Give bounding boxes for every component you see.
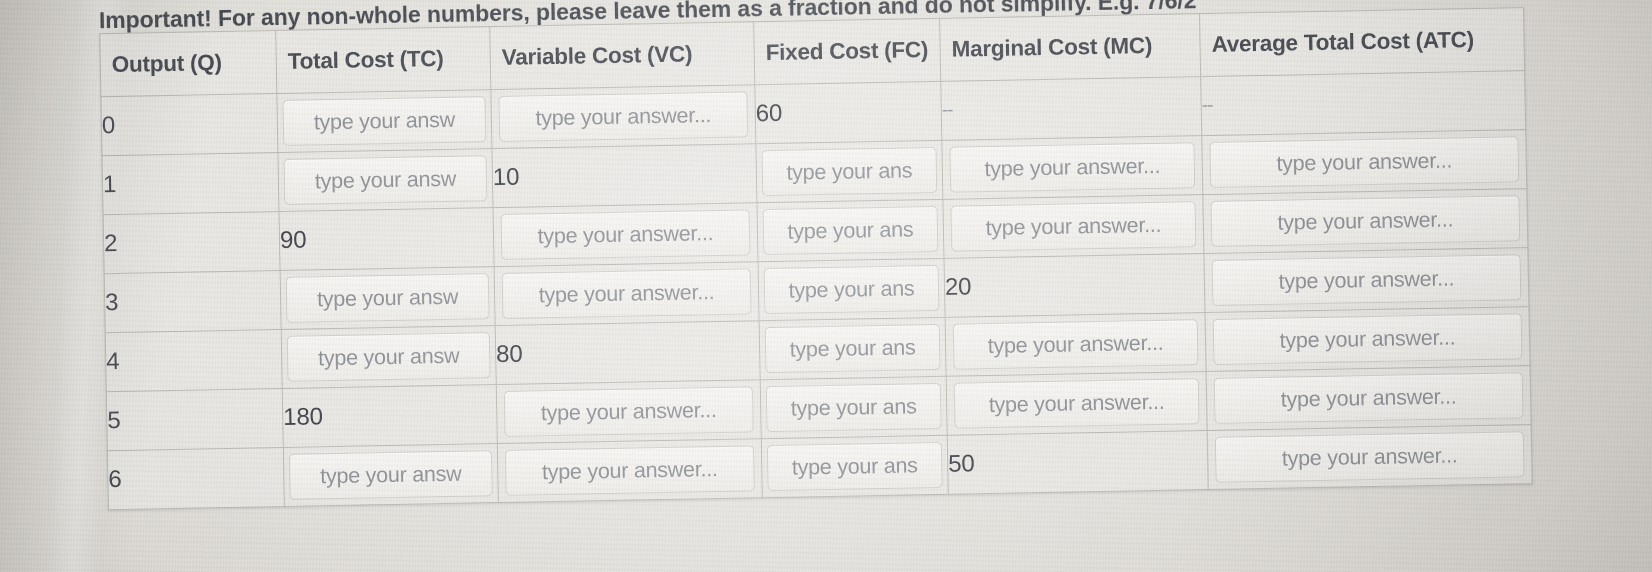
- column-header-variable-cost: Variable Cost (VC): [489, 21, 755, 90]
- cell-total-cost[interactable]: type your answ: [283, 443, 499, 507]
- cell-total-cost[interactable]: type your answ: [281, 325, 497, 389]
- cell-fixed-cost[interactable]: type your ans: [760, 376, 948, 439]
- column-header-output: Output (Q): [99, 30, 277, 97]
- cell-marginal-cost[interactable]: type your answer...: [946, 371, 1208, 436]
- cell-marginal-cost: 50: [947, 430, 1209, 495]
- cell-average-total-cost[interactable]: type your answer...: [1206, 365, 1532, 431]
- cost-table: Output (Q) Total Cost (TC) Variable Cost…: [99, 7, 1533, 511]
- cell-output-q: 3: [104, 270, 282, 333]
- cell-fixed-cost[interactable]: type your ans: [758, 258, 946, 321]
- screenshot-root: Important! For any non-whole numbers, pl…: [0, 0, 1652, 572]
- column-header-average-total-cost: Average Total Cost (ATC): [1199, 7, 1525, 77]
- cell-fixed-cost[interactable]: type your ans: [759, 317, 947, 380]
- table-body: 0 type your answ type your answer... 60 -- --…: [100, 70, 1533, 510]
- answer-input-total-cost[interactable]: type your answ: [288, 450, 493, 500]
- answer-input-total-cost[interactable]: type your answ: [285, 273, 490, 323]
- answer-input-marginal-cost[interactable]: type your answer...: [953, 378, 1200, 429]
- cell-output-q: 5: [106, 388, 284, 451]
- answer-input-average-total-cost[interactable]: type your answer...: [1212, 313, 1523, 365]
- column-header-total-cost: Total Cost (TC): [275, 26, 491, 94]
- cell-total-cost: 90: [279, 207, 495, 271]
- answer-input-variable-cost[interactable]: type your answer...: [504, 445, 755, 496]
- cell-fixed-cost: 60: [754, 81, 942, 144]
- answer-input-marginal-cost[interactable]: type your answer...: [952, 319, 1199, 370]
- cell-fixed-cost[interactable]: type your ans: [756, 199, 944, 262]
- answer-input-variable-cost[interactable]: type your answer...: [503, 386, 754, 437]
- answer-input-variable-cost[interactable]: type your answer...: [498, 91, 749, 142]
- cell-output-q: 1: [101, 152, 280, 215]
- cell-average-total-cost[interactable]: type your answer...: [1207, 424, 1533, 490]
- cell-variable-cost[interactable]: type your answer...: [492, 202, 759, 267]
- cell-variable-cost[interactable]: type your answer...: [494, 261, 760, 326]
- cell-marginal-cost[interactable]: type your answer...: [941, 135, 1203, 200]
- cell-average-total-cost[interactable]: type your answer...: [1201, 129, 1527, 195]
- cell-output-q: 0: [100, 93, 278, 156]
- cell-variable-cost[interactable]: type your answer...: [490, 84, 756, 149]
- column-header-fixed-cost: Fixed Cost (FC): [753, 18, 941, 85]
- cell-output-q: 4: [105, 329, 283, 392]
- answer-input-average-total-cost[interactable]: type your answer...: [1210, 195, 1521, 247]
- cell-fixed-cost[interactable]: type your ans: [755, 140, 943, 203]
- answer-input-marginal-cost[interactable]: type your answer...: [949, 142, 1196, 193]
- answer-input-marginal-cost[interactable]: type your answer...: [950, 201, 1197, 252]
- cell-marginal-cost: 20: [943, 253, 1206, 318]
- cell-marginal-cost: --: [940, 76, 1202, 141]
- cell-fixed-cost[interactable]: type your ans: [761, 435, 949, 498]
- answer-input-fixed-cost[interactable]: type your ans: [766, 441, 943, 492]
- answer-input-fixed-cost[interactable]: type your ans: [764, 323, 941, 374]
- answer-input-total-cost[interactable]: type your answ: [282, 96, 487, 146]
- answer-input-average-total-cost[interactable]: type your answer...: [1211, 254, 1522, 306]
- cell-total-cost[interactable]: type your answ: [276, 89, 492, 153]
- cell-variable-cost: 10: [491, 143, 757, 208]
- cell-average-total-cost[interactable]: type your answer...: [1205, 306, 1531, 372]
- column-header-marginal-cost: Marginal Cost (MC): [939, 13, 1201, 82]
- answer-input-fixed-cost[interactable]: type your ans: [761, 146, 938, 197]
- answer-input-fixed-cost[interactable]: type your ans: [765, 382, 942, 433]
- answer-input-average-total-cost[interactable]: type your answer...: [1213, 372, 1524, 424]
- cell-total-cost: 180: [282, 384, 498, 448]
- answer-input-fixed-cost[interactable]: type your ans: [763, 264, 940, 315]
- cell-total-cost[interactable]: type your answ: [280, 266, 496, 330]
- cell-variable-cost: 80: [495, 320, 761, 385]
- answer-input-average-total-cost[interactable]: type your answer...: [1209, 136, 1520, 188]
- document-surface: Important! For any non-whole numbers, pl…: [0, 0, 1652, 572]
- cell-marginal-cost[interactable]: type your answer...: [942, 194, 1204, 259]
- cell-average-total-cost[interactable]: type your answer...: [1202, 188, 1528, 254]
- cell-variable-cost[interactable]: type your answer...: [497, 438, 763, 503]
- answer-input-variable-cost[interactable]: type your answer...: [501, 268, 752, 319]
- cell-output-q: 6: [107, 447, 285, 510]
- cell-total-cost[interactable]: type your answ: [277, 148, 493, 212]
- answer-input-fixed-cost[interactable]: type your ans: [762, 205, 939, 256]
- answer-input-total-cost[interactable]: type your answ: [283, 155, 488, 205]
- cell-output-q: 2: [103, 211, 281, 274]
- answer-input-variable-cost[interactable]: type your answer...: [500, 209, 751, 260]
- answer-input-average-total-cost[interactable]: type your answer...: [1214, 431, 1525, 483]
- cell-marginal-cost[interactable]: type your answer...: [945, 312, 1207, 377]
- cell-variable-cost[interactable]: type your answer...: [496, 379, 762, 444]
- cost-table-container: Output (Q) Total Cost (TC) Variable Cost…: [99, 7, 1533, 511]
- cell-average-total-cost: --: [1200, 70, 1526, 136]
- cell-average-total-cost[interactable]: type your answer...: [1203, 247, 1529, 313]
- answer-input-total-cost[interactable]: type your answ: [286, 332, 491, 382]
